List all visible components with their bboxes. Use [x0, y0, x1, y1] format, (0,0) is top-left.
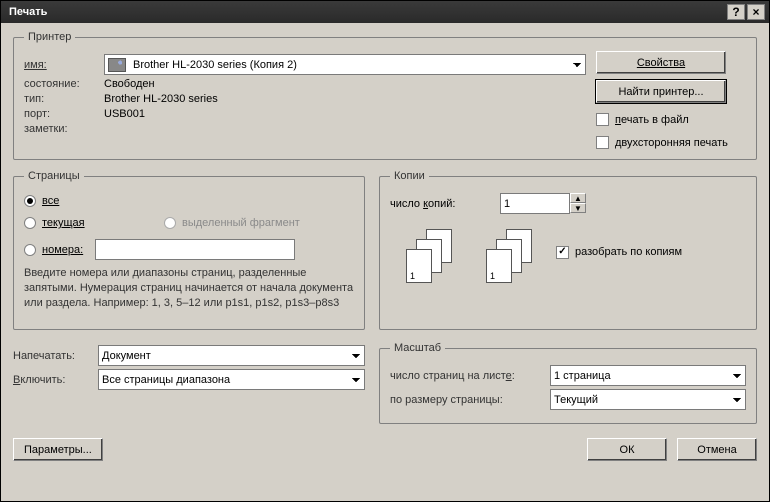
find-printer-button[interactable]: Найти принтер... [596, 80, 726, 103]
fit-select[interactable]: Текущий [550, 389, 746, 410]
printer-state-label: состояние: [24, 78, 104, 90]
pages-current-label: текущая [42, 217, 85, 229]
pages-hint: Введите номера или диапазоны страниц, ра… [24, 266, 354, 311]
pages-per-sheet-select[interactable]: 1 страница [550, 365, 746, 386]
collate-illustration: 3 2 1 3 2 1 [406, 229, 536, 283]
copies-spinner[interactable]: ▲ ▼ [500, 193, 586, 214]
include-select[interactable]: Все страницы диапазона [98, 369, 365, 390]
help-button[interactable]: ? [727, 4, 745, 20]
checkbox-icon [556, 246, 569, 259]
close-button[interactable]: × [747, 4, 765, 20]
duplex-label: двухсторонняя печать [615, 137, 728, 149]
radio-icon [24, 217, 36, 229]
pages-selection-label: выделенный фрагмент [182, 217, 300, 229]
fit-label: по размеру страницы: [390, 394, 550, 406]
print-to-file-label: печать в файл [615, 114, 689, 126]
printer-name-select[interactable]: Brother HL-2030 series (Копия 2) [104, 54, 586, 75]
printer-type-value: Brother HL-2030 series [104, 93, 218, 105]
spin-up-icon[interactable]: ▲ [570, 193, 586, 203]
pages-numbers-radio[interactable]: номера: [24, 239, 354, 260]
pages-numbers-input[interactable] [95, 239, 295, 260]
copies-count-input[interactable] [500, 193, 570, 214]
radio-icon [164, 217, 176, 229]
collate-checkbox[interactable]: разобрать по копиям [556, 246, 682, 259]
printer-port-label: порт: [24, 108, 104, 120]
include-label: Включить: [13, 374, 98, 386]
printer-type-label: тип: [24, 93, 104, 105]
pages-all-radio[interactable]: все [24, 195, 354, 207]
duplex-checkbox[interactable]: двухсторонняя печать [596, 136, 746, 149]
radio-icon [24, 195, 36, 207]
pages-current-radio[interactable]: текущая [24, 217, 164, 229]
window-title: Печать [5, 6, 725, 18]
printer-name-label: имя: [24, 59, 104, 71]
properties-button[interactable]: Свойства [596, 51, 726, 74]
spin-down-icon[interactable]: ▼ [570, 203, 586, 213]
ok-button[interactable]: ОК [587, 438, 667, 461]
titlebar: Печать ? × [1, 1, 769, 23]
scale-legend: Масштаб [390, 342, 445, 354]
radio-icon [24, 244, 36, 256]
pages-selection-radio: выделенный фрагмент [164, 217, 300, 229]
copies-count-label: число копий: [390, 198, 500, 210]
pages-legend: Страницы [24, 170, 84, 182]
cancel-button[interactable]: Отмена [677, 438, 757, 461]
checkbox-icon [596, 136, 609, 149]
copies-group: Копии число копий: ▲ ▼ 3 [379, 170, 757, 330]
pages-numbers-label: номера: [42, 244, 83, 256]
printer-port-value: USB001 [104, 108, 145, 120]
collate-label: разобрать по копиям [575, 246, 682, 258]
print-dialog: Печать ? × Принтер имя: Brother HL-2030 … [0, 0, 770, 502]
options-button[interactable]: Параметры... [13, 438, 103, 461]
printer-legend: Принтер [24, 31, 75, 43]
print-what-label: Напечатать: [13, 350, 98, 362]
printer-state-value: Свободен [104, 78, 155, 90]
print-what-select[interactable]: Документ [98, 345, 365, 366]
pages-per-sheet-label: число страниц на листе: [390, 370, 550, 382]
printer-notes-label: заметки: [24, 123, 104, 135]
pages-all-label: все [42, 195, 59, 207]
checkbox-icon [596, 113, 609, 126]
scale-group: Масштаб число страниц на листе: 1 страни… [379, 342, 757, 424]
copies-legend: Копии [390, 170, 429, 182]
printer-icon [108, 58, 126, 72]
pages-group: Страницы все текущая выделенный фрагмент [13, 170, 365, 330]
printer-group: Принтер имя: Brother HL-2030 series (Коп… [13, 31, 757, 160]
print-to-file-checkbox[interactable]: печать в файл [596, 113, 746, 126]
